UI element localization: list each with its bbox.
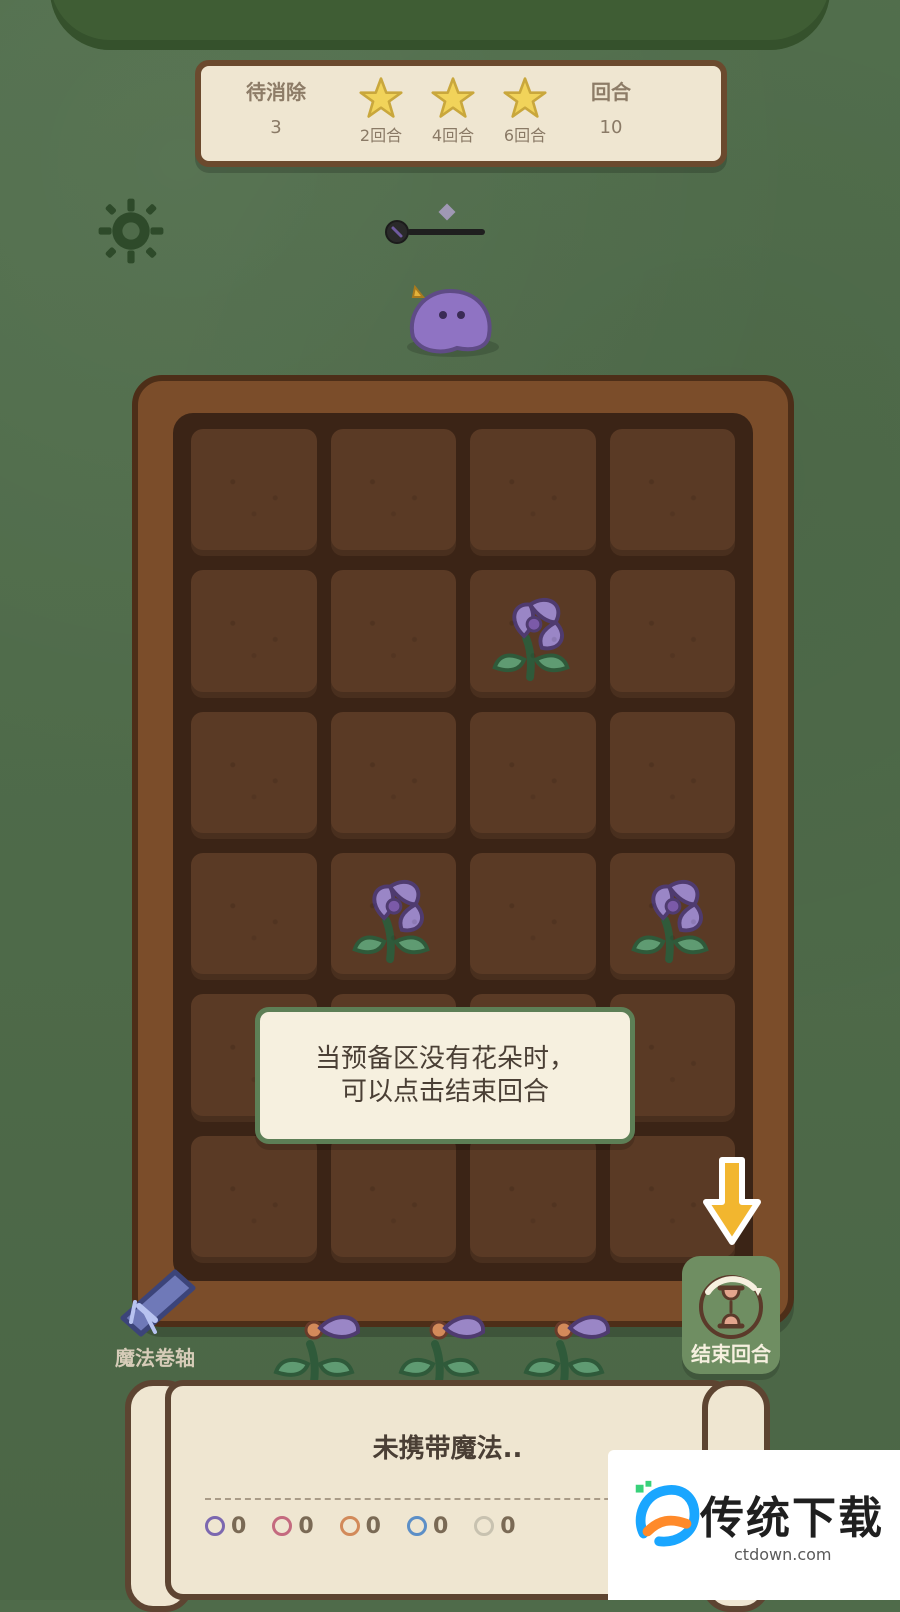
soil-cell[interactable] xyxy=(191,429,317,557)
soil-cell-with-plant[interactable] xyxy=(609,853,735,981)
gem-counter-4-value: 0 xyxy=(432,1513,449,1539)
soil-cell[interactable] xyxy=(330,1135,456,1263)
round-column: 回合 10 xyxy=(566,76,656,138)
watermark-logo-icon xyxy=(626,1475,704,1553)
soil-cell[interactable] xyxy=(191,1135,317,1263)
magic-scroll-label: 魔法卷轴 xyxy=(115,1346,195,1370)
gem-counter-2: 0 xyxy=(272,1513,314,1539)
pending-column: 待消除 3 xyxy=(231,76,321,138)
gem-counter-3-value: 0 xyxy=(365,1513,381,1539)
round-label: 回合 xyxy=(591,80,631,104)
gem-counter-2-value: 0 xyxy=(298,1513,314,1539)
gem-counters: 0 0 0 0 0 xyxy=(205,1512,625,1540)
magic-scroll-button[interactable]: 魔法卷轴 xyxy=(105,1262,205,1377)
gem-counter-1-value: 0 xyxy=(231,1513,247,1539)
gem-counter-5-value: 0 xyxy=(500,1513,516,1539)
enemy-hp-bar xyxy=(385,218,490,246)
star-icon xyxy=(503,76,547,120)
site-watermark: 传统下载 ctdown.com xyxy=(608,1450,900,1600)
reserve-flower-icon xyxy=(523,1315,611,1386)
reserve-flower-3[interactable] xyxy=(518,1300,628,1390)
soil-cell[interactable] xyxy=(470,853,596,981)
gem-icon xyxy=(406,1516,427,1536)
tutorial-tooltip: 当预备区没有花朵时， 可以点击结束回合 xyxy=(255,1007,635,1144)
gem-icon xyxy=(272,1516,293,1536)
soil-cell[interactable] xyxy=(191,711,317,839)
down-arrow-icon xyxy=(700,1156,764,1248)
pending-value: 3 xyxy=(270,117,282,138)
star-icon xyxy=(431,76,475,120)
scroll-icon xyxy=(105,1262,205,1342)
soil-cell[interactable] xyxy=(191,570,317,698)
hourglass-icon xyxy=(690,1266,772,1348)
soil-cell[interactable] xyxy=(470,1135,596,1263)
reserve-flower-icon xyxy=(398,1315,486,1386)
end-turn-button[interactable]: 结束回合 xyxy=(682,1256,780,1374)
reserve-flower-icon xyxy=(273,1315,361,1386)
gem-icon xyxy=(339,1516,360,1536)
soil-cell[interactable] xyxy=(609,711,735,839)
tooltip-line-1: 当预备区没有花朵时， xyxy=(314,1044,575,1074)
gem-counter-1: 0 xyxy=(205,1514,246,1539)
flower-plant-icon xyxy=(491,597,570,681)
garden-board xyxy=(132,375,794,1327)
soil-cell[interactable] xyxy=(609,429,735,557)
flower-plant-icon xyxy=(631,880,710,964)
top-scoreboard: 待消除 3 2回合 4回合 6回合 回合 10 xyxy=(195,60,727,167)
soil-cell[interactable] xyxy=(470,429,596,557)
gem-icon xyxy=(205,1516,225,1536)
gem-counter-3: 0 xyxy=(339,1513,381,1539)
watermark-title: 传统下载 xyxy=(700,1493,884,1544)
reserve-flower-1[interactable] xyxy=(268,1300,378,1390)
gem-counter-5: 0 xyxy=(474,1513,516,1539)
soil-cell[interactable] xyxy=(609,570,735,698)
tooltip-line-2: 可以点击结束回合 xyxy=(340,1076,549,1107)
round-value: 10 xyxy=(599,117,623,138)
soil-cell[interactable] xyxy=(470,711,596,839)
soil-cell[interactable] xyxy=(191,853,317,981)
watermark-domain: ctdown.com xyxy=(734,1545,832,1564)
purple-slime-monster xyxy=(395,275,505,365)
pending-label: 待消除 xyxy=(246,80,306,104)
star-6: 6回合 xyxy=(480,76,570,146)
settings-gear-icon[interactable] xyxy=(95,195,167,267)
gem-icon xyxy=(474,1516,495,1536)
soil-cell[interactable] xyxy=(330,429,456,557)
flower-plant-icon xyxy=(352,880,431,964)
reserve-flower-2[interactable] xyxy=(393,1300,503,1390)
soil-cell-with-plant[interactable] xyxy=(470,570,596,698)
soil-cell[interactable] xyxy=(330,570,456,698)
tree-canopy xyxy=(50,0,830,50)
garden-inner xyxy=(173,413,753,1281)
gem-counter-4: 0 xyxy=(406,1513,449,1539)
end-turn-label: 结束回合 xyxy=(691,1342,771,1366)
soil-cell[interactable] xyxy=(330,711,456,839)
star-icon xyxy=(359,76,403,120)
soil-cell-with-plant[interactable] xyxy=(330,853,456,981)
star-6-label: 6回合 xyxy=(503,126,547,145)
